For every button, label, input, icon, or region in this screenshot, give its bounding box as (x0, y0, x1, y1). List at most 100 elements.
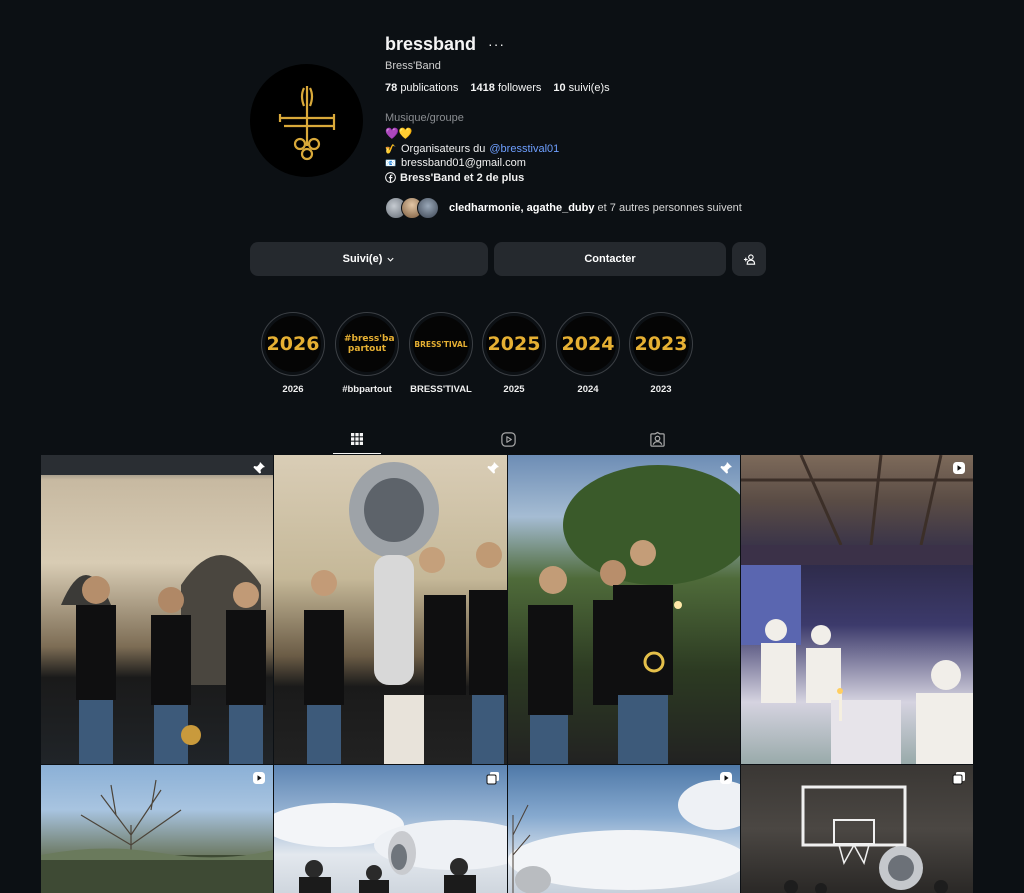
highlight-label: 2024 (577, 384, 599, 395)
highlight-label: 2026 (282, 384, 304, 395)
followed-by-suffix: et 7 autres personnes suivent (597, 202, 742, 214)
following-button[interactable]: Suivi(e) (250, 242, 488, 276)
followed-by-text: cledharmonie, agathe_duby et 7 autres pe… (449, 202, 742, 214)
tab-tagged[interactable] (633, 424, 681, 454)
publications-count: 78 (385, 82, 398, 94)
profile-category: Musique/groupe (385, 112, 464, 124)
profile-avatar[interactable] (250, 64, 363, 177)
highlight-ring: 2026 (261, 312, 325, 376)
highlight-cover-text: #bress'band partout (344, 334, 395, 354)
following-button-label: Suivi(e) (342, 253, 383, 265)
bio-links[interactable]: Bress'Band et 2 de plus (385, 171, 559, 186)
highlight-label: BRESS'TIVAL (410, 384, 472, 395)
highlight-cover-text: BRESS'TIVAL (414, 339, 468, 349)
contact-button-label: Contacter (584, 253, 636, 265)
tab-reels[interactable] (484, 424, 532, 454)
highlight-2025[interactable]: 2025 2025 (482, 312, 546, 395)
highlight-cover: BRESS'TIVAL (413, 316, 469, 372)
following-count: 10 (553, 82, 566, 94)
followed-by[interactable]: cledharmonie, agathe_duby et 7 autres pe… (385, 197, 742, 219)
follower-avatars (385, 197, 439, 219)
highlight-ring: 2024 (556, 312, 620, 376)
bio-organizers-prefix: Organisateurs du (401, 142, 486, 155)
highlight-cover: #bress'band partout (339, 316, 395, 372)
highlight-ring: #bress'band partout (335, 312, 399, 376)
publications-stat: 78 publications (385, 82, 458, 94)
post-image (508, 780, 740, 893)
followers-label: followers (497, 82, 542, 94)
profile-username: bressband (385, 34, 477, 54)
avatar (417, 197, 439, 219)
profile-full-name: Bress'Band (385, 60, 441, 72)
highlight-cover-text: 2023 (634, 333, 688, 355)
highlight-label: #bbpartout (342, 384, 392, 395)
saxophone-icon: 🎷 (385, 143, 397, 154)
carousel-icon (486, 771, 500, 785)
reel-icon (252, 771, 266, 785)
contact-button[interactable]: Contacter (494, 242, 726, 276)
highlight-cover: 2026 (265, 316, 321, 372)
followers-stat[interactable]: 1418 followers (470, 82, 541, 94)
post-image (528, 465, 740, 764)
highlight-cover: 2023 (633, 316, 689, 372)
highlight-ring: 2025 (482, 312, 546, 376)
following-stat[interactable]: 10 suivi(e)s (553, 82, 609, 94)
post-image (741, 455, 973, 764)
highlight-ring: 2023 (629, 312, 693, 376)
following-label: suivi(e)s (568, 82, 610, 94)
post-tile[interactable] (41, 455, 273, 764)
reels-icon (500, 431, 516, 447)
highlight-bresstival[interactable]: BRESS'TIVAL BRESS'TIVAL (409, 312, 473, 395)
profile-stats: 78 publications 1418 followers 10 suivi(… (385, 82, 610, 94)
bressband-logo (278, 85, 335, 160)
post-tile[interactable] (508, 455, 740, 764)
tagged-icon (649, 431, 665, 447)
post-tile[interactable] (741, 765, 973, 893)
post-image (274, 803, 507, 893)
mail-icon: 📧 (385, 158, 397, 168)
chevron-down-icon (387, 257, 394, 262)
highlight-cover-text: 2026 (266, 333, 320, 355)
followers-count: 1418 (470, 82, 495, 94)
post-tile[interactable] (741, 455, 973, 764)
tab-posts[interactable] (333, 424, 381, 454)
bresstival-mention-link[interactable]: @bresstival01 (489, 142, 559, 157)
post-image (304, 462, 507, 764)
pin-icon (719, 461, 733, 475)
grid-icon (351, 432, 363, 445)
publications-label: publications (400, 82, 459, 94)
post-image (41, 455, 273, 764)
more-options-icon[interactable]: ··· (488, 36, 505, 52)
highlight-bbpartout[interactable]: #bress'band partout #bbpartout (335, 312, 399, 395)
highlight-cover: 2024 (560, 316, 616, 372)
bio-email: bressband01@gmail.com (401, 157, 526, 169)
pin-icon (486, 461, 500, 475)
profile-tabs (0, 424, 1024, 454)
post-image (784, 785, 948, 893)
followed-by-names: cledharmonie, agathe_duby (449, 202, 595, 214)
carousel-icon (952, 771, 966, 785)
post-tile[interactable] (508, 765, 740, 893)
post-tile[interactable] (274, 765, 507, 893)
highlight-2026[interactable]: 2026 2026 (261, 312, 325, 395)
reel-icon (719, 771, 733, 785)
highlight-label: 2025 (503, 384, 525, 395)
highlight-label: 2023 (650, 384, 672, 395)
highlight-ring: BRESS'TIVAL (409, 312, 473, 376)
post-tile[interactable] (274, 455, 507, 764)
bio-hearts: 💜💛 (385, 128, 413, 140)
highlight-cover-text: 2025 (487, 333, 541, 355)
highlight-cover: 2025 (486, 316, 542, 372)
add-user-icon (743, 253, 755, 265)
highlight-cover-text: 2024 (561, 333, 615, 355)
post-tile[interactable] (41, 765, 273, 893)
add-user-button[interactable] (732, 242, 766, 276)
bio-links-label: Bress'Band et 2 de plus (400, 171, 525, 184)
highlight-2023[interactable]: 2023 2023 (629, 312, 693, 395)
post-image (41, 779, 273, 893)
highlight-2024[interactable]: 2024 2024 (556, 312, 620, 395)
profile-bio: 💜💛 🎷 Organisateurs du @bresstival01 📧 br… (385, 127, 559, 185)
pin-icon (252, 461, 266, 475)
reel-icon (952, 461, 966, 475)
facebook-icon (385, 172, 396, 184)
